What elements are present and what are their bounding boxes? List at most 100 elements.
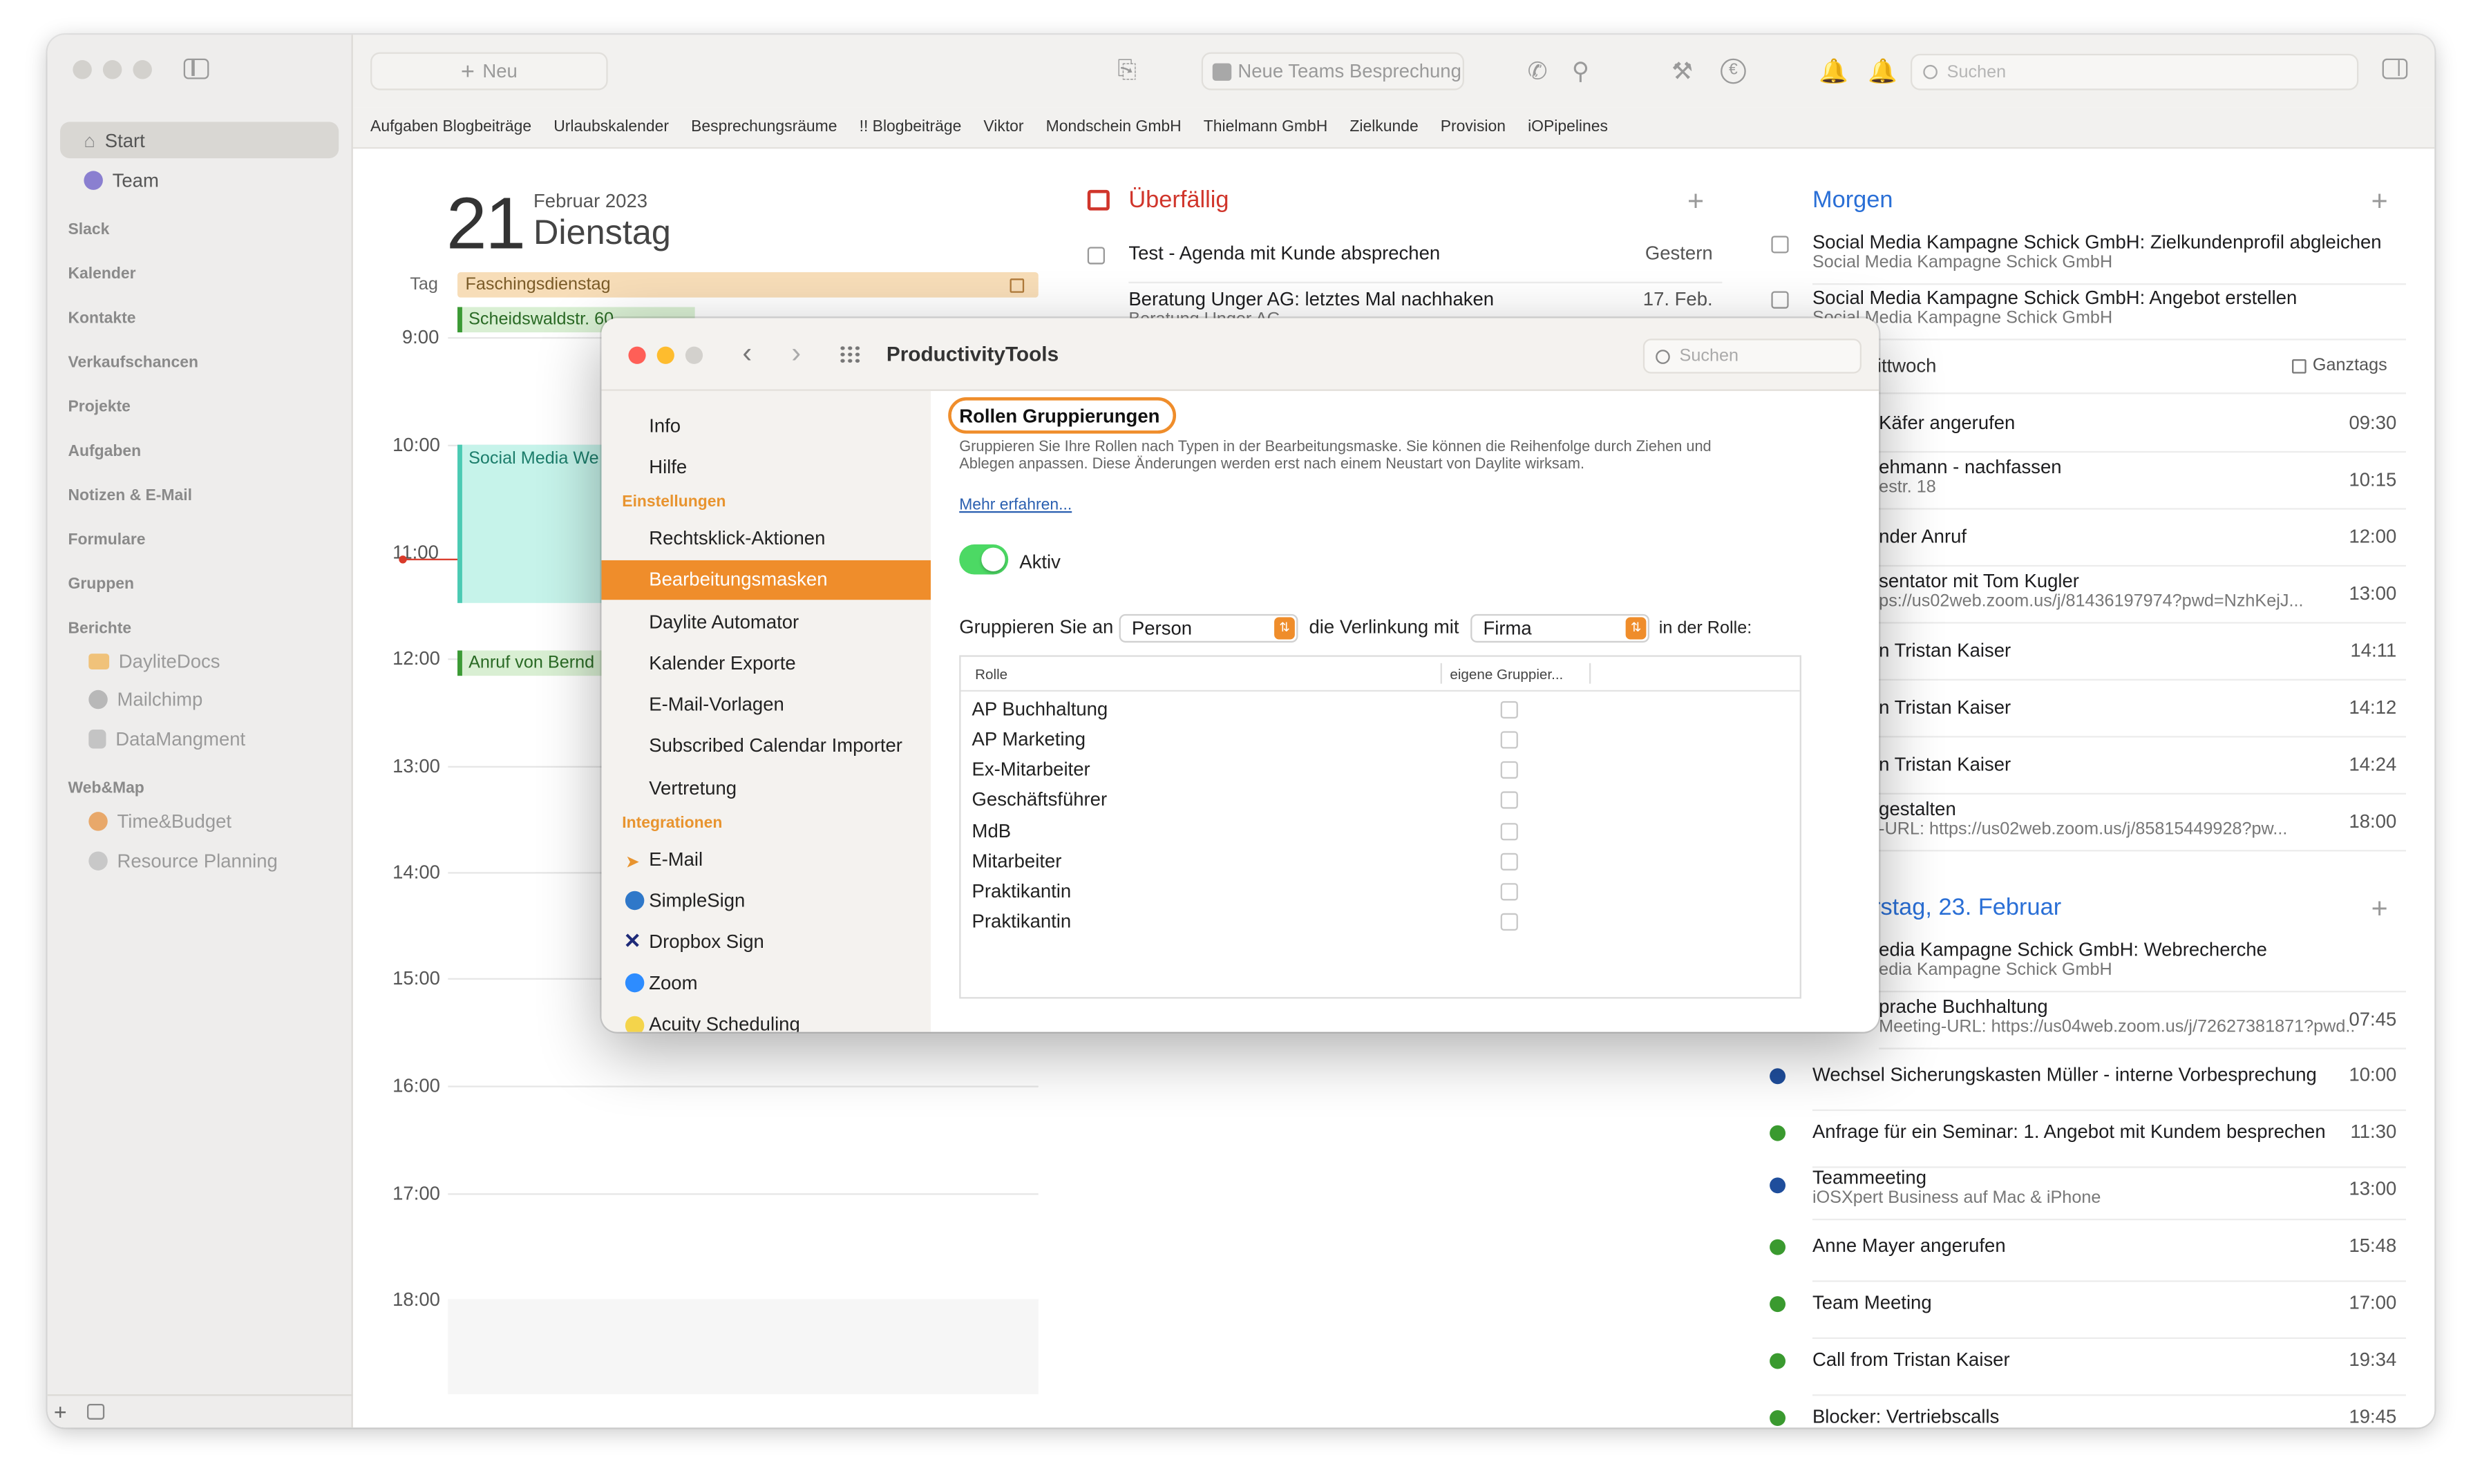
bell-icon[interactable]: 🔔 bbox=[1868, 57, 1897, 86]
morgen-add-icon[interactable]: + bbox=[2371, 185, 2388, 218]
link-with-select[interactable]: Firma ⇅ bbox=[1470, 613, 1650, 643]
inspector-toggle-icon[interactable] bbox=[2382, 58, 2408, 79]
nav-kalender-exporte[interactable]: Kalender Exporte bbox=[649, 652, 795, 674]
table-row[interactable]: Mitarbeiter bbox=[972, 850, 1062, 872]
thursday-event-row[interactable]: Wechsel Sicherungskasten Müller - intern… bbox=[1770, 1063, 2407, 1112]
morgen-task-row[interactable]: Social Media Kampagne Schick GmbH: Angeb… bbox=[1771, 287, 2407, 341]
overdue-task-row[interactable]: Beratung Unger AG: letztes Mal nachhaken… bbox=[1128, 288, 1723, 320]
table-row[interactable]: AP Buchhaltung bbox=[972, 698, 1108, 720]
favorite-blogbeitraege[interactable]: !! Blogbeiträge bbox=[860, 119, 962, 136]
mittwoch-event-row[interactable]: gestalten 18:00 -URL: https://us02web.zoom… bbox=[1879, 798, 2407, 852]
nav-hilfe[interactable]: Hilfe bbox=[649, 456, 687, 478]
sidebar-section-berichte[interactable]: Berichte bbox=[68, 620, 132, 638]
close-button[interactable] bbox=[628, 346, 646, 364]
back-chevron-icon[interactable]: ‹ bbox=[742, 337, 752, 370]
thursday-event-row[interactable]: Teammeeting 13:00 iOSXpert Business auf Ma… bbox=[1770, 1166, 2407, 1221]
favorite-zielkunde[interactable]: Zielkunde bbox=[1349, 119, 1418, 136]
learn-more-link[interactable]: Mehr erfahren... bbox=[959, 497, 1072, 514]
zoom-button[interactable] bbox=[685, 346, 703, 364]
overdue-add-icon[interactable]: + bbox=[1687, 185, 1704, 218]
own-grouping-checkbox[interactable] bbox=[1500, 823, 1518, 841]
sidebar-item-team[interactable]: Team bbox=[60, 162, 339, 198]
thursday-event-row[interactable]: Team Meeting 17:00 bbox=[1770, 1291, 2407, 1340]
dialog-search-field[interactable]: Suchen bbox=[1642, 339, 1862, 374]
aktiv-toggle[interactable] bbox=[959, 544, 1009, 575]
favorite-thielmann[interactable]: Thielmann GmbH bbox=[1204, 119, 1328, 136]
mittwoch-event-row[interactable]: n Tristan Kaiser 14:24 bbox=[1879, 753, 2407, 795]
sidebar-section-webmap[interactable]: Web&Map bbox=[68, 780, 144, 797]
nav-automator[interactable]: Daylite Automator bbox=[649, 611, 799, 633]
close-window-button[interactable] bbox=[73, 60, 92, 79]
sidebar-item-kontakte[interactable]: Kontakte bbox=[68, 310, 136, 327]
nav-email[interactable]: E-Mail bbox=[649, 848, 703, 871]
inbox-icon[interactable]: ⎘ bbox=[1117, 57, 1137, 84]
group-by-select[interactable]: Person ⇅ bbox=[1119, 613, 1298, 643]
nav-zoom[interactable]: Zoom bbox=[649, 972, 697, 994]
sidebar-item-resource-planning[interactable]: Resource Planning bbox=[88, 850, 278, 872]
favorite-provision[interactable]: Provision bbox=[1441, 119, 1506, 136]
favorite-aufgaben-blogbeitraege[interactable]: Aufgaben Blogbeiträge bbox=[370, 119, 531, 136]
sidebar-item-timebudget[interactable]: Time&Budget bbox=[88, 810, 231, 833]
sidebar-item-daylitedocs[interactable]: DayliteDocs bbox=[88, 651, 220, 673]
sidebar-item-verkaufschancen[interactable]: Verkaufschancen bbox=[68, 354, 198, 372]
table-row[interactable]: MdB bbox=[972, 820, 1012, 842]
table-row[interactable]: AP Marketing bbox=[972, 728, 1086, 750]
own-grouping-checkbox[interactable] bbox=[1500, 853, 1518, 871]
contact-link-icon[interactable]: ⚲ bbox=[1572, 57, 1589, 86]
column-own-grouping[interactable]: eigene Gruppier... bbox=[1450, 666, 1563, 682]
sidebar-item-start[interactable]: ⌂ Start bbox=[60, 122, 339, 159]
thursday-add-icon[interactable]: + bbox=[2371, 893, 2388, 926]
favorite-mondschein[interactable]: Mondschein GmbH bbox=[1046, 119, 1182, 136]
mittwoch-event-row[interactable]: n Tristan Kaiser 14:12 bbox=[1879, 696, 2407, 738]
table-row[interactable]: Geschäftsführer bbox=[972, 788, 1108, 810]
own-grouping-checkbox[interactable] bbox=[1500, 883, 1518, 901]
minimize-button[interactable] bbox=[656, 346, 674, 364]
bell-plus-icon[interactable]: 🔔 bbox=[1819, 57, 1848, 86]
nav-info[interactable]: Info bbox=[649, 415, 681, 437]
euro-icon[interactable]: € bbox=[1721, 58, 1746, 84]
favorite-urlaubskalender[interactable]: Urlaubskalender bbox=[553, 119, 669, 136]
nav-acuity[interactable]: Acuity Scheduling bbox=[649, 1013, 800, 1031]
task-checkbox[interactable] bbox=[1771, 236, 1789, 254]
holiday-event[interactable]: Faschingsdienstag bbox=[457, 272, 1039, 298]
thursday-event-row[interactable]: Call from Tristan Kaiser 19:34 bbox=[1770, 1349, 2407, 1396]
task-checkbox[interactable] bbox=[1087, 247, 1105, 265]
table-row[interactable]: Praktikantin bbox=[972, 880, 1072, 902]
favorite-viktor[interactable]: Viktor bbox=[983, 119, 1023, 136]
task-checkbox[interactable] bbox=[1771, 291, 1789, 309]
grid-icon[interactable] bbox=[839, 345, 862, 364]
mittwoch-event-row[interactable]: sentator mit Tom Kugler 13:00 ps://us02web… bbox=[1879, 570, 2407, 624]
tools-icon[interactable]: ⚒ bbox=[1671, 57, 1693, 86]
minimize-window-button[interactable] bbox=[102, 60, 122, 79]
teams-meeting-button[interactable]: Neue Teams Besprechung bbox=[1201, 52, 1464, 91]
favorite-besprechungsraeume[interactable]: Besprechungsräume bbox=[691, 119, 837, 136]
thursday-task-row[interactable]: edia Kampagne Schick GmbH: Webrecherche e… bbox=[1879, 938, 2407, 993]
sidebar-item-aufgaben[interactable]: Aufgaben bbox=[68, 443, 142, 460]
overdue-task-row[interactable]: Test - Agenda mit Kunde absprechen Gester… bbox=[1087, 242, 1723, 284]
favorite-iopipelines[interactable]: iOPipelines bbox=[1528, 119, 1608, 136]
thursday-event-row[interactable]: Anfrage für ein Seminar: 1. Angebot mit … bbox=[1770, 1121, 2407, 1168]
sidebar-item-notizen[interactable]: Notizen & E-Mail bbox=[68, 488, 192, 505]
thursday-event-row[interactable]: Anne Mayer angerufen 15:48 bbox=[1770, 1235, 2407, 1282]
nav-email-vorlagen[interactable]: E-Mail-Vorlagen bbox=[649, 693, 784, 715]
new-button[interactable]: + Neu bbox=[370, 52, 608, 91]
sidebar-item-formulare[interactable]: Formulare bbox=[68, 532, 146, 549]
sidebar-item-projekte[interactable]: Projekte bbox=[68, 399, 131, 416]
nav-vertretung[interactable]: Vertretung bbox=[649, 777, 737, 799]
own-grouping-checkbox[interactable] bbox=[1500, 761, 1518, 779]
phone-icon[interactable]: ✆ bbox=[1528, 57, 1548, 86]
forward-chevron-icon[interactable]: › bbox=[791, 337, 801, 370]
own-grouping-checkbox[interactable] bbox=[1500, 913, 1518, 931]
zoom-window-button[interactable] bbox=[133, 60, 152, 79]
nav-bearbeitungsmasken[interactable]: Bearbeitungsmasken bbox=[649, 568, 827, 590]
nav-simplesign[interactable]: SimpleSign bbox=[649, 889, 745, 911]
mittwoch-event-row[interactable]: n Tristan Kaiser 14:11 bbox=[1879, 639, 2407, 681]
mittwoch-event-row[interactable]: nder Anruf 12:00 bbox=[1879, 526, 2407, 567]
thursday-event-row[interactable]: Blocker: Vertriebscalls 19:45 bbox=[1770, 1405, 2406, 1427]
mittwoch-event-row[interactable]: ehmann - nachfassen 10:15 estr. 18 bbox=[1879, 456, 2407, 510]
sidebar-item-mailchimp[interactable]: Mailchimp bbox=[88, 688, 202, 711]
toolbar-search-field[interactable]: Suchen bbox=[1910, 53, 2359, 91]
sidebar-item-slack[interactable]: Slack bbox=[68, 222, 110, 239]
sidebar-item-kalender[interactable]: Kalender bbox=[68, 266, 136, 283]
sidebar-item-datamangment[interactable]: DataMangment bbox=[88, 728, 245, 750]
